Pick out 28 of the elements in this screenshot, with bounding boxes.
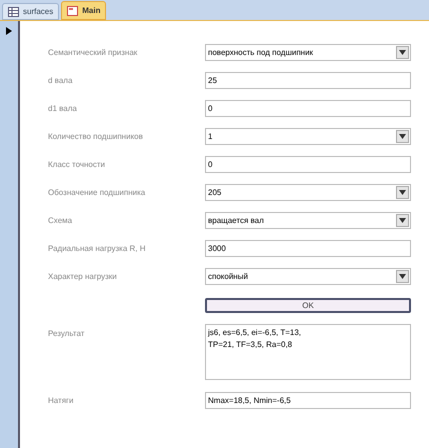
field-label: Радиальная нагрузка R, H — [48, 242, 147, 254]
field-label: d1 вала — [48, 102, 78, 114]
dropdown[interactable]: спокойный — [205, 268, 411, 285]
input-field[interactable]: 25 — [205, 72, 411, 89]
dropdown[interactable]: поверхность под подшипник — [205, 44, 411, 61]
field-label: Количество подшипников — [48, 130, 144, 142]
tab[interactable]: surfaces — [2, 3, 60, 20]
field-label: Результат — [48, 328, 86, 340]
input-field[interactable]: 0 — [205, 156, 411, 173]
dropdown[interactable]: 1 — [205, 128, 411, 145]
current-record-icon — [6, 27, 12, 35]
input-field[interactable]: 0 — [205, 100, 411, 117]
form-icon — [67, 6, 78, 16]
ok-button[interactable]: OK — [205, 298, 411, 313]
result-text-area[interactable]: js6, es=6,5, ei=-6,5, T=13, TP=21, TF=3,5, Ra=0,8 — [205, 324, 411, 380]
field-label: Обозначение подшипника — [48, 186, 146, 198]
input-field[interactable]: 3000 — [205, 240, 411, 257]
field-label: Характер нагрузки — [48, 270, 118, 282]
dropdown[interactable]: 205 — [205, 184, 411, 201]
table-icon — [8, 6, 19, 16]
input-field[interactable]: Nmax=18,5, Nmin=-6,5 — [205, 392, 411, 409]
field-label: Схема — [48, 214, 74, 226]
tab[interactable]: Main — [61, 1, 106, 20]
field-label: Класс точности — [48, 158, 106, 170]
field-label: d вала — [48, 74, 74, 86]
field-label: Семантический признак — [48, 46, 138, 58]
dropdown[interactable]: вращается вал — [205, 212, 411, 229]
field-label: Натяги — [48, 394, 74, 406]
